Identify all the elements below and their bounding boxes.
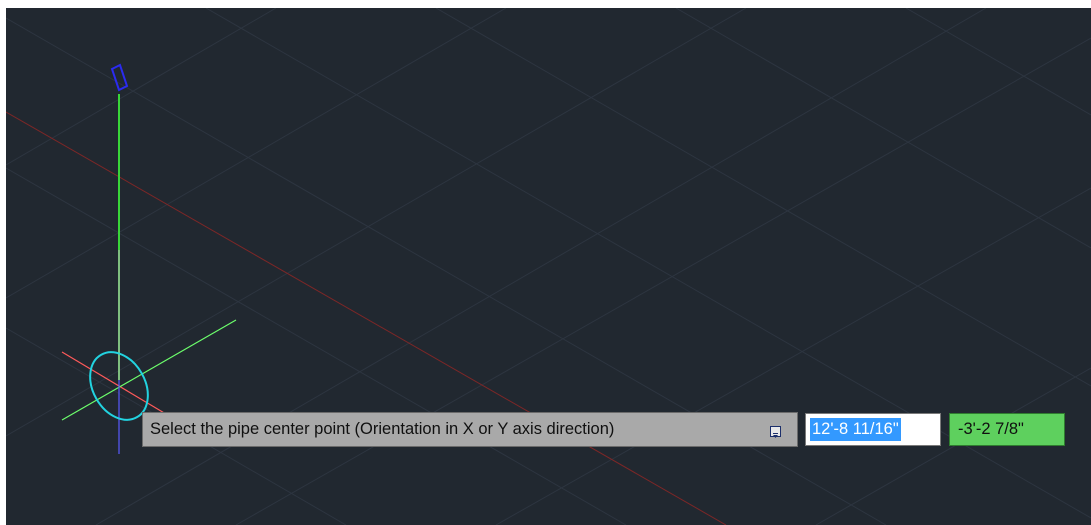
model-space-canvas: [6, 8, 1091, 525]
down-arrow-glyph: [773, 433, 778, 438]
ucs-y-axis-line: [61, 319, 237, 421]
pipe-preview: [110, 63, 129, 380]
y-coordinate-input[interactable]: -3'-2 7/8": [949, 413, 1065, 446]
drawing-viewport[interactable]: [6, 8, 1091, 525]
command-prompt-tooltip: Select the pipe center point (Orientatio…: [142, 412, 798, 447]
isometric-grid: [6, 8, 1091, 525]
world-x-axis-line: [6, 111, 727, 525]
x-coordinate-input[interactable]: 12'-8 11/16": [805, 413, 941, 446]
x-coordinate-value: 12'-8 11/16": [810, 418, 901, 441]
down-arrow-icon[interactable]: [770, 426, 781, 438]
pipe-endpoint-marker: [110, 63, 129, 92]
prompt-text: Select the pipe center point (Orientatio…: [150, 420, 615, 438]
y-coordinate-value: -3'-2 7/8": [958, 420, 1024, 438]
